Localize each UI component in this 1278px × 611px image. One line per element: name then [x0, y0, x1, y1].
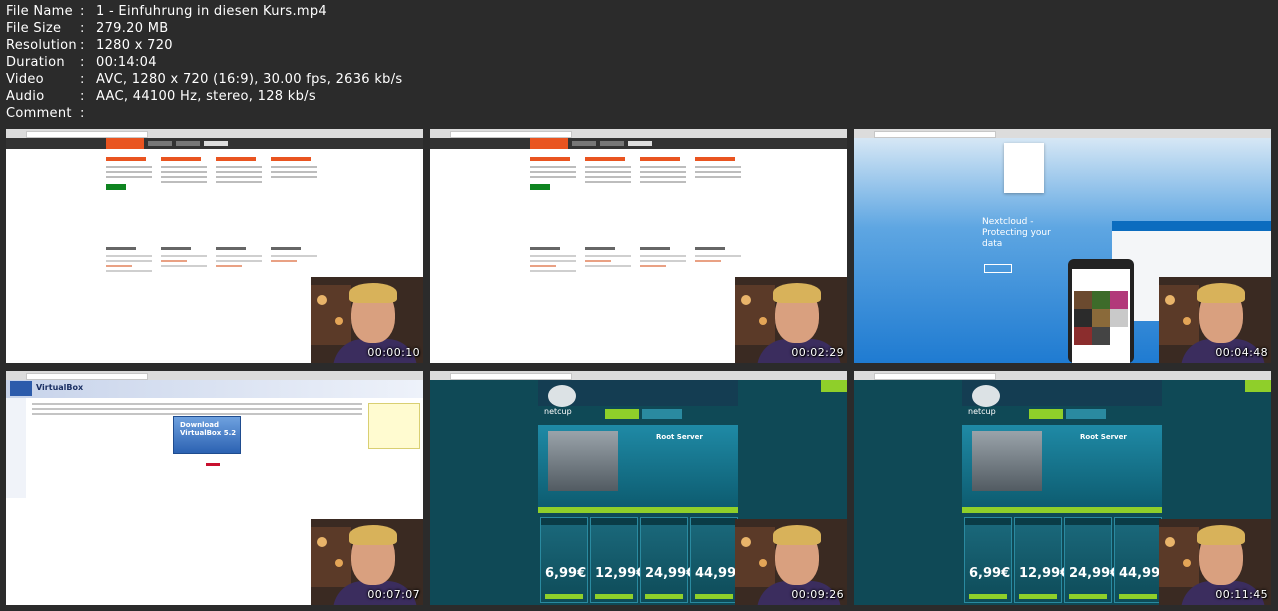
thumbnail-netcup: netcup Root Server 6,99€ 12,99€ 24,99€ 4… [854, 371, 1271, 605]
thumbnail-timestamp: 00:11:45 [1215, 588, 1268, 601]
ubuntu-section [530, 247, 576, 275]
netcup-bar [538, 507, 738, 513]
address-bar [450, 131, 572, 138]
ubuntu-section [695, 247, 741, 265]
ubuntu-column [216, 157, 262, 186]
virtualbox-download-banner: Download VirtualBox 5.2 [173, 416, 241, 454]
netcup-tab [605, 409, 639, 419]
price: 24,99€ [645, 566, 696, 581]
netcup-logo [548, 385, 576, 407]
nav-item [176, 141, 200, 146]
nav-item [148, 141, 172, 146]
ubuntu-nav [430, 138, 847, 149]
netcup-corner-badge [821, 380, 847, 392]
ubuntu-section [640, 247, 686, 270]
netcup-tab [1029, 409, 1063, 419]
nextcloud-heading: Nextcloud - Protecting your data [982, 217, 1051, 249]
netcup-tab [642, 409, 682, 419]
virtualbox-header: VirtualBox [6, 380, 423, 398]
ubuntu-logo [530, 138, 568, 149]
ubuntu-column [161, 157, 207, 186]
netcup-root-server: Root Server [656, 433, 703, 441]
virtualbox-link [206, 463, 220, 466]
ubuntu-column [271, 157, 317, 181]
ubuntu-section [271, 247, 317, 265]
netcup-corner-badge [1245, 380, 1271, 392]
thumbnail-timestamp: 00:02:29 [791, 346, 844, 359]
thumbnail-netcup: netcup Root Server 6,99€ 12,99€ 24,99€ 4… [430, 371, 847, 605]
ubuntu-column [695, 157, 741, 181]
price: 6,99€ [969, 566, 1011, 581]
nav-item [204, 141, 228, 146]
thumbnail-timestamp: 00:04:48 [1215, 346, 1268, 359]
ubuntu-nav [6, 138, 423, 149]
netcup-logo [972, 385, 1000, 407]
ubuntu-logo [106, 138, 144, 149]
netcup-name: netcup [544, 407, 572, 416]
netcup-server-image [548, 431, 618, 491]
ubuntu-column [530, 157, 576, 190]
netcup-price-card: 24,99€ [640, 517, 695, 603]
ubuntu-column [640, 157, 686, 186]
address-bar [874, 373, 996, 380]
netcup-price-card: 44,99€ [1114, 517, 1169, 603]
virtualbox-note [368, 403, 420, 449]
virtualbox-logo [10, 381, 32, 396]
virtualbox-title: VirtualBox [36, 383, 84, 392]
thumbnail-timestamp: 00:00:10 [367, 346, 420, 359]
price: 12,99€ [595, 566, 646, 581]
price: 6,99€ [545, 566, 587, 581]
ubuntu-column [106, 157, 152, 190]
netcup-price-card: 12,99€ [1014, 517, 1069, 603]
thumbnail-grid: 00:00:10 00:02:29 Nextcloud - Protecting… [0, 0, 1278, 611]
netcup-price-card: 24,99€ [1064, 517, 1119, 603]
address-bar [874, 131, 996, 138]
thumbnail-nextcloud: Nextcloud - Protecting your data 00:04:4… [854, 129, 1271, 363]
nav-item [628, 141, 652, 146]
thumbnail-ubuntu: 00:02:29 [430, 129, 847, 363]
nav-item [600, 141, 624, 146]
ubuntu-section [216, 247, 262, 270]
netcup-root-server: Root Server [1080, 433, 1127, 441]
nextcloud-button [984, 264, 1012, 273]
nextcloud-menu-card [1004, 143, 1044, 193]
thumbnail-virtualbox: VirtualBox Download VirtualBox 5.2 00:07… [6, 371, 423, 605]
thumbnail-timestamp: 00:07:07 [367, 588, 420, 601]
nav-item [572, 141, 596, 146]
price: 12,99€ [1019, 566, 1070, 581]
price: 24,99€ [1069, 566, 1120, 581]
thumbnail-ubuntu: 00:00:10 [6, 129, 423, 363]
ubuntu-section [106, 247, 152, 275]
virtualbox-sidebar [6, 398, 26, 498]
nextcloud-phone [1068, 259, 1134, 363]
ubuntu-section [585, 247, 631, 270]
ubuntu-column [585, 157, 631, 186]
netcup-bar [962, 507, 1162, 513]
thumbnail-timestamp: 00:09:26 [791, 588, 844, 601]
netcup-price-card: 6,99€ [540, 517, 588, 603]
ubuntu-section [161, 247, 207, 270]
netcup-name: netcup [968, 407, 996, 416]
netcup-server-image [972, 431, 1042, 491]
address-bar [450, 373, 572, 380]
virtualbox-download-text: Download VirtualBox 5.2 [180, 421, 237, 437]
netcup-tab [1066, 409, 1106, 419]
netcup-price-card: 12,99€ [590, 517, 645, 603]
netcup-price-card: 6,99€ [964, 517, 1012, 603]
address-bar [26, 131, 148, 138]
address-bar [26, 373, 148, 380]
netcup-price-card: 44,99€ [690, 517, 745, 603]
